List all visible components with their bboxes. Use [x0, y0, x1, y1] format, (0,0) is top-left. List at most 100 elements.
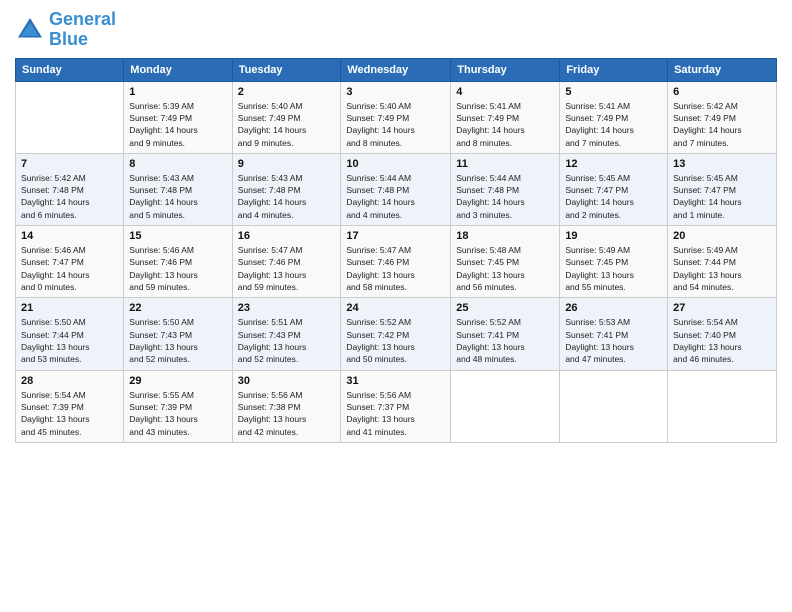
day-info: Sunrise: 5:54 AM Sunset: 7:40 PM Dayligh… [673, 316, 771, 365]
day-cell: 20 Sunrise: 5:49 AM Sunset: 7:44 PM Dayli… [668, 226, 777, 298]
col-header-thursday: Thursday [451, 58, 560, 81]
week-row-5: 28Sunrise: 5:54 AM Sunset: 7:39 PM Dayli… [16, 370, 777, 442]
day-info: Sunrise: 5:43 AM Sunset: 7:48 PM Dayligh… [238, 172, 336, 221]
logo-icon [15, 15, 45, 45]
day-info: Sunrise: 5:48 AM Sunset: 7:45 PM Dayligh… [456, 244, 554, 293]
day-info: Sunrise: 5:56 AM Sunset: 7:37 PM Dayligh… [346, 389, 445, 438]
day-number: 26 [565, 302, 662, 314]
day-info: Sunrise: 5:50 AM Sunset: 7:44 PM Dayligh… [21, 316, 118, 365]
col-header-wednesday: Wednesday [341, 58, 451, 81]
day-number: 24 [346, 302, 445, 314]
day-cell: 6 Sunrise: 5:42 AM Sunset: 7:49 PM Daylig… [668, 81, 777, 153]
day-cell: 16 Sunrise: 5:47 AM Sunset: 7:46 PM Dayli… [232, 226, 341, 298]
header: General Blue [15, 10, 777, 50]
day-cell [560, 370, 668, 442]
day-cell: 22 Sunrise: 5:50 AM Sunset: 7:43 PM Dayli… [124, 298, 232, 370]
logo-text: General Blue [49, 10, 116, 50]
day-cell: 3 Sunrise: 5:40 AM Sunset: 7:49 PM Daylig… [341, 81, 451, 153]
day-number: 2 [238, 86, 336, 98]
day-info: Sunrise: 5:42 AM Sunset: 7:49 PM Dayligh… [673, 100, 771, 149]
day-number: 14 [21, 230, 118, 242]
day-cell: 7Sunrise: 5:42 AM Sunset: 7:48 PM Daylig… [16, 153, 124, 225]
day-cell: 19Sunrise: 5:49 AM Sunset: 7:45 PM Dayli… [560, 226, 668, 298]
day-cell: 27 Sunrise: 5:54 AM Sunset: 7:40 PM Dayli… [668, 298, 777, 370]
day-number: 11 [456, 158, 554, 170]
day-info: Sunrise: 5:44 AM Sunset: 7:48 PM Dayligh… [346, 172, 445, 221]
day-info: Sunrise: 5:47 AM Sunset: 7:46 PM Dayligh… [346, 244, 445, 293]
day-number: 9 [238, 158, 336, 170]
day-info: Sunrise: 5:50 AM Sunset: 7:43 PM Dayligh… [129, 316, 226, 365]
page: General Blue SundayMondayTuesdayWednesda… [0, 0, 792, 612]
day-number: 17 [346, 230, 445, 242]
day-info: Sunrise: 5:44 AM Sunset: 7:48 PM Dayligh… [456, 172, 554, 221]
day-cell: 28Sunrise: 5:54 AM Sunset: 7:39 PM Dayli… [16, 370, 124, 442]
col-header-sunday: Sunday [16, 58, 124, 81]
logo: General Blue [15, 10, 116, 50]
day-cell: 24 Sunrise: 5:52 AM Sunset: 7:42 PM Dayli… [341, 298, 451, 370]
day-info: Sunrise: 5:41 AM Sunset: 7:49 PM Dayligh… [456, 100, 554, 149]
day-info: Sunrise: 5:41 AM Sunset: 7:49 PM Dayligh… [565, 100, 662, 149]
day-number: 1 [129, 86, 226, 98]
day-info: Sunrise: 5:45 AM Sunset: 7:47 PM Dayligh… [565, 172, 662, 221]
day-number: 30 [238, 375, 336, 387]
col-header-tuesday: Tuesday [232, 58, 341, 81]
day-number: 23 [238, 302, 336, 314]
day-cell: 31Sunrise: 5:56 AM Sunset: 7:37 PM Dayli… [341, 370, 451, 442]
day-cell: 5 Sunrise: 5:41 AM Sunset: 7:49 PM Daylig… [560, 81, 668, 153]
day-number: 25 [456, 302, 554, 314]
day-number: 21 [21, 302, 118, 314]
day-cell: 21 Sunrise: 5:50 AM Sunset: 7:44 PM Dayli… [16, 298, 124, 370]
day-number: 4 [456, 86, 554, 98]
day-cell: 15 Sunrise: 5:46 AM Sunset: 7:46 PM Dayli… [124, 226, 232, 298]
day-number: 19 [565, 230, 662, 242]
day-cell: 2Sunrise: 5:40 AM Sunset: 7:49 PM Daylig… [232, 81, 341, 153]
day-number: 29 [129, 375, 226, 387]
day-number: 28 [21, 375, 118, 387]
day-number: 12 [565, 158, 662, 170]
day-info: Sunrise: 5:56 AM Sunset: 7:38 PM Dayligh… [238, 389, 336, 438]
week-row-3: 14 Sunrise: 5:46 AM Sunset: 7:47 PM Dayli… [16, 226, 777, 298]
day-cell [16, 81, 124, 153]
day-number: 10 [346, 158, 445, 170]
day-cell: 12 Sunrise: 5:45 AM Sunset: 7:47 PM Dayli… [560, 153, 668, 225]
day-number: 15 [129, 230, 226, 242]
day-cell: 29 Sunrise: 5:55 AM Sunset: 7:39 PM Dayli… [124, 370, 232, 442]
day-cell: 30 Sunrise: 5:56 AM Sunset: 7:38 PM Dayli… [232, 370, 341, 442]
header-row: SundayMondayTuesdayWednesdayThursdayFrid… [16, 58, 777, 81]
day-cell: 8 Sunrise: 5:43 AM Sunset: 7:48 PM Daylig… [124, 153, 232, 225]
day-cell: 17 Sunrise: 5:47 AM Sunset: 7:46 PM Dayli… [341, 226, 451, 298]
day-info: Sunrise: 5:51 AM Sunset: 7:43 PM Dayligh… [238, 316, 336, 365]
day-info: Sunrise: 5:42 AM Sunset: 7:48 PM Dayligh… [21, 172, 118, 221]
day-cell: 18 Sunrise: 5:48 AM Sunset: 7:45 PM Dayli… [451, 226, 560, 298]
day-info: Sunrise: 5:55 AM Sunset: 7:39 PM Dayligh… [129, 389, 226, 438]
day-cell: 1 Sunrise: 5:39 AM Sunset: 7:49 PM Daylig… [124, 81, 232, 153]
day-number: 27 [673, 302, 771, 314]
day-info: Sunrise: 5:49 AM Sunset: 7:44 PM Dayligh… [673, 244, 771, 293]
day-info: Sunrise: 5:43 AM Sunset: 7:48 PM Dayligh… [129, 172, 226, 221]
day-number: 5 [565, 86, 662, 98]
day-number: 22 [129, 302, 226, 314]
day-number: 20 [673, 230, 771, 242]
day-info: Sunrise: 5:46 AM Sunset: 7:47 PM Dayligh… [21, 244, 118, 293]
day-info: Sunrise: 5:40 AM Sunset: 7:49 PM Dayligh… [346, 100, 445, 149]
week-row-2: 7Sunrise: 5:42 AM Sunset: 7:48 PM Daylig… [16, 153, 777, 225]
day-number: 13 [673, 158, 771, 170]
day-info: Sunrise: 5:46 AM Sunset: 7:46 PM Dayligh… [129, 244, 226, 293]
day-number: 18 [456, 230, 554, 242]
day-cell: 25Sunrise: 5:52 AM Sunset: 7:41 PM Dayli… [451, 298, 560, 370]
day-info: Sunrise: 5:47 AM Sunset: 7:46 PM Dayligh… [238, 244, 336, 293]
day-cell: 23 Sunrise: 5:51 AM Sunset: 7:43 PM Dayli… [232, 298, 341, 370]
col-header-saturday: Saturday [668, 58, 777, 81]
day-info: Sunrise: 5:53 AM Sunset: 7:41 PM Dayligh… [565, 316, 662, 365]
day-number: 3 [346, 86, 445, 98]
day-number: 8 [129, 158, 226, 170]
day-number: 6 [673, 86, 771, 98]
day-cell: 10 Sunrise: 5:44 AM Sunset: 7:48 PM Dayli… [341, 153, 451, 225]
day-info: Sunrise: 5:39 AM Sunset: 7:49 PM Dayligh… [129, 100, 226, 149]
week-row-1: 1 Sunrise: 5:39 AM Sunset: 7:49 PM Daylig… [16, 81, 777, 153]
day-cell [451, 370, 560, 442]
day-cell: 11 Sunrise: 5:44 AM Sunset: 7:48 PM Dayli… [451, 153, 560, 225]
day-number: 16 [238, 230, 336, 242]
day-cell: 13Sunrise: 5:45 AM Sunset: 7:47 PM Dayli… [668, 153, 777, 225]
day-info: Sunrise: 5:52 AM Sunset: 7:42 PM Dayligh… [346, 316, 445, 365]
